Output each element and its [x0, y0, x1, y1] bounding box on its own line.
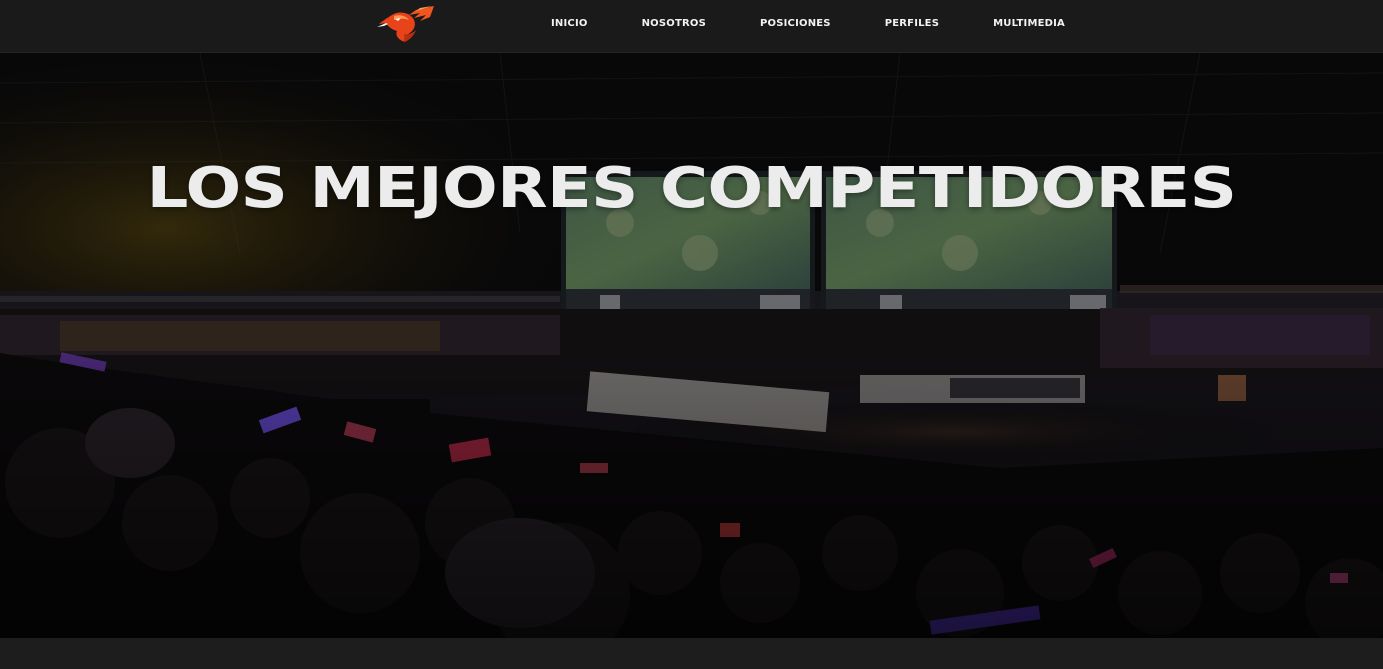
phoenix-bird-logo-icon[interactable] — [376, 4, 438, 44]
nav-item-inicio[interactable]: INICIO — [520, 18, 615, 29]
hero-title: LOS MEJORES COMPETIDORES — [146, 156, 1237, 221]
nav-item-multimedia[interactable]: MULTIMEDIA — [966, 18, 1092, 29]
nav-item-nosotros[interactable]: NOSOTROS — [615, 18, 733, 29]
nav-item-posiciones[interactable]: POSICIONES — [733, 18, 858, 29]
top-navbar: INICIO NOSOTROS POSICIONES PERFILES MULT… — [0, 0, 1383, 53]
esports-arena-background-image — [0, 53, 1383, 638]
hero-banner: LOS MEJORES COMPETIDORES — [0, 53, 1383, 638]
main-nav: INICIO NOSOTROS POSICIONES PERFILES MULT… — [520, 0, 1092, 46]
nav-item-perfiles[interactable]: PERFILES — [858, 18, 966, 29]
page-bottom-strip — [0, 638, 1383, 669]
page: INICIO NOSOTROS POSICIONES PERFILES MULT… — [0, 0, 1383, 669]
